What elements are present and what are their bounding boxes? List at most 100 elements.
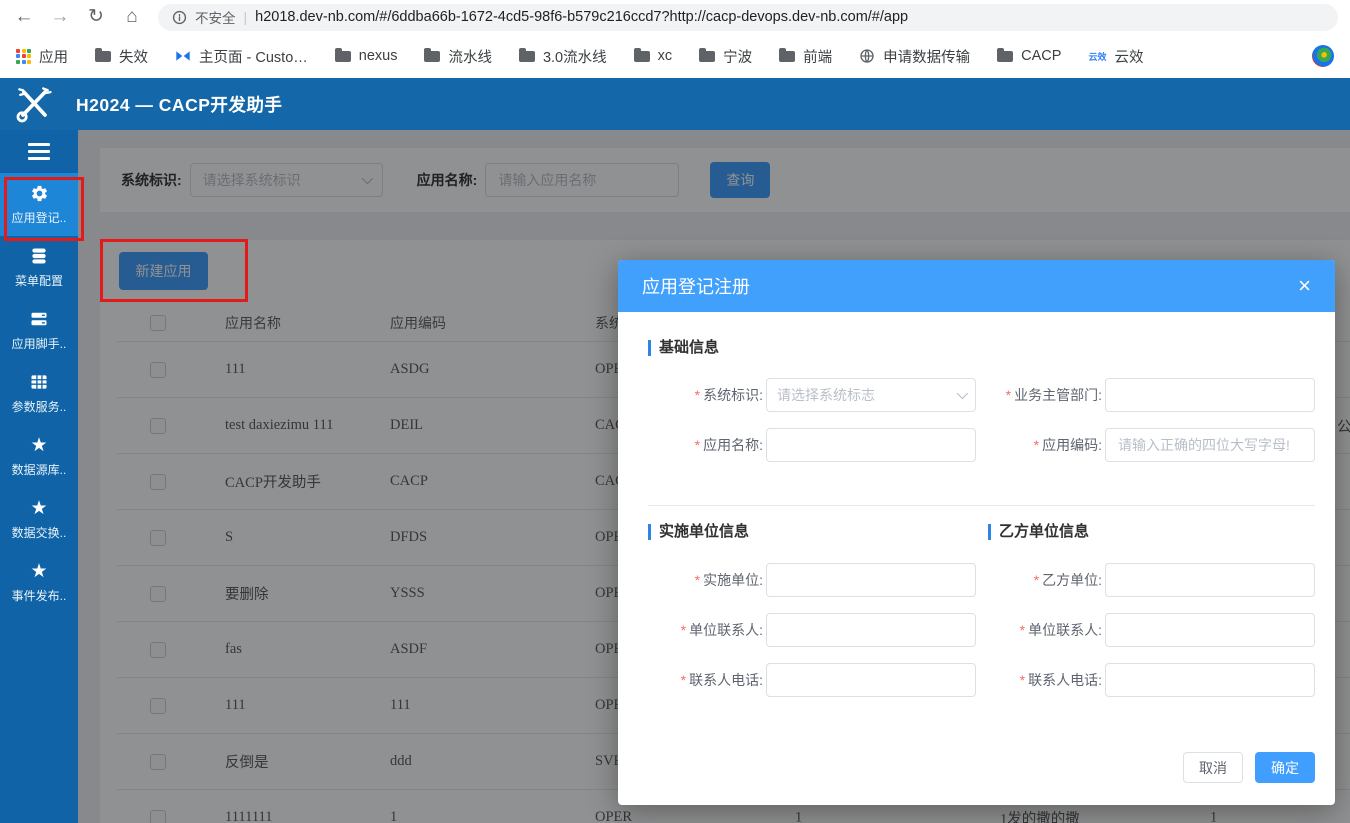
bookmark-folder[interactable]: nexus [335, 48, 398, 64]
sidebar-item-label: 应用脚手.. [12, 335, 67, 352]
impl-phone-label: *联系人电话: [636, 670, 763, 690]
bookmark-folder[interactable]: 失效 [95, 46, 148, 67]
sidebar-item-label: 应用登记.. [12, 209, 67, 226]
folder-icon [95, 51, 111, 62]
hamburger-menu-icon[interactable] [28, 143, 50, 160]
reload-icon[interactable]: ↻ [80, 0, 112, 34]
app-logo-icon [12, 82, 56, 126]
bookmark-apps[interactable]: 应用 [16, 46, 68, 67]
main-content: 系统标识: 请选择系统标识 应用名称: 查询 新建应用 应用名称 应用编码 系统… [78, 130, 1350, 823]
bookmark-label: 云效 [1114, 46, 1143, 67]
b-phone-input[interactable] [1105, 663, 1315, 697]
sidebar-item-menu-config[interactable]: 菜单配置 [0, 236, 78, 299]
required-asterisk: * [681, 622, 686, 638]
sidebar-item-data-exchange[interactable]: ★ 数据交换.. [0, 488, 78, 551]
bookmark-folder[interactable]: 3.0流水线 [519, 46, 607, 67]
select-placeholder: 请选择系统标志 [777, 385, 875, 405]
bookmark-label: 宁波 [723, 46, 752, 67]
field-b-contact: *单位联系人: [976, 613, 1315, 647]
bookmark-data-transfer[interactable]: 申请数据传输 [859, 46, 970, 67]
forward-icon[interactable]: → [44, 0, 76, 34]
bookmark-folder[interactable]: 前端 [779, 46, 832, 67]
field-b-phone: *联系人电话: [976, 663, 1315, 697]
modal-header: 应用登记注册 × [618, 260, 1335, 312]
security-label: 不安全 [195, 7, 236, 27]
folder-icon [699, 51, 715, 62]
sidebar-item-app-register[interactable]: 应用登记.. [0, 173, 78, 236]
system-id-select[interactable]: 请选择系统标志 [766, 378, 976, 412]
required-asterisk: * [1034, 572, 1039, 588]
dept-input[interactable] [1105, 378, 1315, 412]
bookmark-confluence[interactable]: 主页面 - Custo… [175, 46, 308, 67]
page-title: H2024 — CACP开发助手 [76, 92, 282, 117]
system-id-label: *系统标识: [636, 385, 763, 405]
field-system-id: *系统标识: 请选择系统标志 [636, 378, 976, 412]
required-asterisk: * [681, 672, 686, 688]
sidebar-item-label: 参数服务.. [12, 398, 67, 415]
sidebar-item-scaffold[interactable]: 应用脚手.. [0, 299, 78, 362]
bookmark-folder[interactable]: 流水线 [424, 46, 492, 67]
modal-footer: 取消 确定 [1183, 752, 1315, 783]
url-separator: | [244, 9, 248, 25]
server-icon [29, 309, 49, 329]
bookmark-label: 主页面 - Custo… [199, 46, 308, 67]
chevron-down-icon [957, 388, 968, 399]
b-contact-input[interactable] [1105, 613, 1315, 647]
required-asterisk: * [1006, 387, 1011, 403]
url-bar[interactable]: 不安全 | h2018.dev-nb.com/#/6ddba66b-1672-4… [158, 4, 1338, 31]
home-icon[interactable]: ⌂ [116, 0, 148, 34]
table-icon [29, 372, 49, 392]
sidebar-item-label: 事件发布.. [12, 587, 67, 604]
database-icon [29, 246, 49, 266]
apps-grid-icon [16, 49, 31, 64]
info-icon[interactable] [172, 10, 187, 25]
sidebar-item-param-service[interactable]: 参数服务.. [0, 362, 78, 425]
url-text[interactable]: h2018.dev-nb.com/#/6ddba66b-1672-4cd5-98… [255, 9, 908, 25]
field-impl-contact: *单位联系人: [636, 613, 976, 647]
b-unit-input[interactable] [1105, 563, 1315, 597]
impl-phone-input[interactable] [766, 663, 976, 697]
impl-contact-label: *单位联系人: [636, 620, 763, 640]
impl-contact-input[interactable] [766, 613, 976, 647]
modal-title: 应用登记注册 [642, 273, 750, 299]
sidebar-item-label: 菜单配置 [15, 272, 63, 289]
confirm-button[interactable]: 确定 [1255, 752, 1315, 783]
b-contact-label: *单位联系人: [976, 620, 1102, 640]
cancel-button[interactable]: 取消 [1183, 752, 1243, 783]
sidebar-item-event-publish[interactable]: ★ 事件发布.. [0, 551, 78, 614]
folder-icon [424, 51, 440, 62]
b-phone-label: *联系人电话: [976, 670, 1102, 690]
section-title-party-b: 乙方单位信息 [988, 524, 1089, 540]
b-unit-label: *乙方单位: [976, 570, 1102, 590]
required-asterisk: * [695, 437, 700, 453]
sidebar: 应用登记.. 菜单配置 应用脚手.. 参数服务.. ★ 数据源库.. ★ [0, 130, 78, 823]
folder-icon [634, 51, 650, 62]
bookmark-folder[interactable]: xc [634, 48, 673, 64]
profile-avatar[interactable] [1312, 45, 1334, 67]
required-asterisk: * [1034, 437, 1039, 453]
bookmark-yunxiao[interactable]: 云效云效 [1088, 46, 1143, 67]
sidebar-item-label: 数据源库.. [12, 461, 67, 478]
section-title-basic: 基础信息 [648, 340, 719, 356]
sidebar-item-datasource[interactable]: ★ 数据源库.. [0, 425, 78, 488]
field-app-code: *应用编码: [976, 428, 1315, 462]
field-dept: *业务主管部门: [976, 378, 1315, 412]
gear-icon [30, 183, 49, 203]
confluence-icon [175, 48, 191, 64]
back-icon[interactable]: ← [8, 0, 40, 34]
bookmark-folder[interactable]: CACP [997, 48, 1061, 64]
close-icon[interactable]: × [1298, 275, 1311, 297]
star-icon: ★ [30, 561, 47, 581]
star-icon: ★ [30, 498, 47, 518]
sidebar-item-label: 数据交换.. [12, 524, 67, 541]
impl-unit-input[interactable] [766, 563, 976, 597]
app-name-input[interactable] [766, 428, 976, 462]
bookmark-folder[interactable]: 宁波 [699, 46, 752, 67]
dept-label: *业务主管部门: [976, 385, 1102, 405]
bookmark-label: CACP [1021, 48, 1061, 64]
bookmark-label: 申请数据传输 [883, 46, 970, 67]
folder-icon [335, 51, 351, 62]
globe-icon [859, 48, 875, 64]
app-code-input[interactable] [1105, 428, 1315, 462]
bookmark-label: 3.0流水线 [543, 46, 607, 67]
